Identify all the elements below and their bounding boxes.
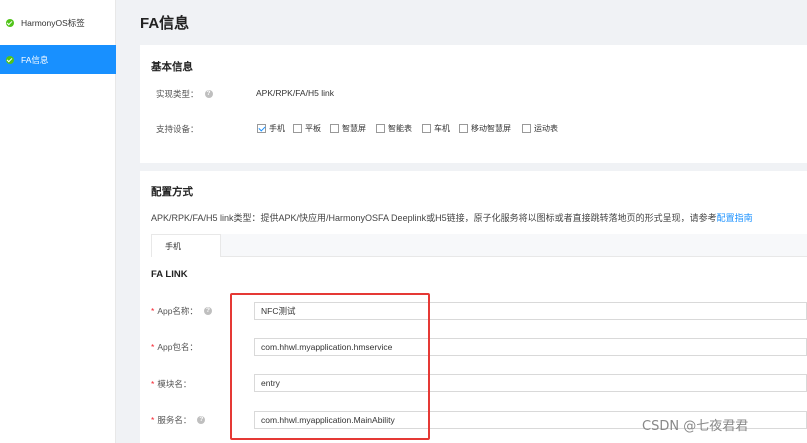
- checkbox-icon: [376, 124, 385, 133]
- sidebar: HarmonyOS标签 FA信息: [0, 0, 116, 443]
- module-name-label: * 模块名：: [151, 379, 192, 389]
- device-checkbox-sport-watch[interactable]: 运动表: [522, 123, 558, 134]
- device-checkbox-phone[interactable]: 手机: [257, 123, 285, 134]
- sidebar-item-fa-info[interactable]: FA信息: [0, 45, 116, 74]
- device-tab-bar: 手机: [151, 234, 807, 257]
- checkbox-icon: [330, 124, 339, 133]
- checkbox-checked-icon: [257, 124, 266, 133]
- impl-type-value: APK/RPK/FA/H5 link: [256, 88, 334, 98]
- checkbox-icon: [422, 124, 431, 133]
- checkbox-icon: [293, 124, 302, 133]
- page-title: FA信息: [140, 15, 190, 32]
- help-icon[interactable]: ?: [203, 307, 212, 315]
- app-name-label: * App名称： ?: [151, 305, 212, 317]
- app-package-label: * App包名：: [151, 342, 198, 352]
- help-icon[interactable]: ?: [197, 416, 206, 424]
- check-circle-icon: [6, 18, 14, 27]
- sidebar-item-label: HarmonyOS标签: [21, 17, 85, 28]
- tab-phone[interactable]: 手机: [151, 234, 221, 257]
- basic-info-card: 基本信息 实现类型： ? APK/RPK/FA/H5 link 支持设备： 手机…: [140, 45, 807, 163]
- service-name-label: * 服务名： ?: [151, 414, 206, 426]
- basic-info-title: 基本信息: [151, 61, 193, 73]
- app-name-input[interactable]: NFC测试: [254, 302, 807, 320]
- devices-label: 支持设备：: [156, 124, 199, 134]
- device-checkbox-tablet[interactable]: 平板: [293, 123, 321, 134]
- check-circle-icon: [6, 55, 14, 64]
- fa-link-title: FA LINK: [151, 269, 188, 280]
- config-description: APK/RPK/FA/H5 link类型：提供APK/快应用/HarmonyOS…: [151, 213, 753, 223]
- module-name-input[interactable]: entry: [254, 374, 807, 392]
- checkbox-icon: [522, 124, 531, 133]
- sidebar-item-label: FA信息: [21, 54, 49, 65]
- config-guide-link[interactable]: 配置指南: [717, 213, 753, 223]
- checkbox-icon: [459, 124, 468, 133]
- config-title: 配置方式: [151, 186, 193, 198]
- device-checkbox-car[interactable]: 车机: [422, 123, 450, 134]
- config-card: 配置方式 APK/RPK/FA/H5 link类型：提供APK/快应用/Harm…: [140, 171, 807, 443]
- sidebar-item-harmonyos-tag[interactable]: HarmonyOS标签: [0, 8, 116, 37]
- help-icon[interactable]: ?: [204, 90, 213, 98]
- app-package-input[interactable]: com.hhwl.myapplication.hmservice: [254, 338, 807, 356]
- device-checkbox-smart-watch[interactable]: 智能表: [376, 123, 412, 134]
- watermark: CSDN @七夜君君: [642, 419, 749, 434]
- device-checkbox-smart-screen[interactable]: 智慧屏: [330, 123, 366, 134]
- impl-type-label: 实现类型： ?: [156, 88, 213, 100]
- device-checkbox-mobile-smart-screen[interactable]: 移动智慧屏: [459, 123, 511, 134]
